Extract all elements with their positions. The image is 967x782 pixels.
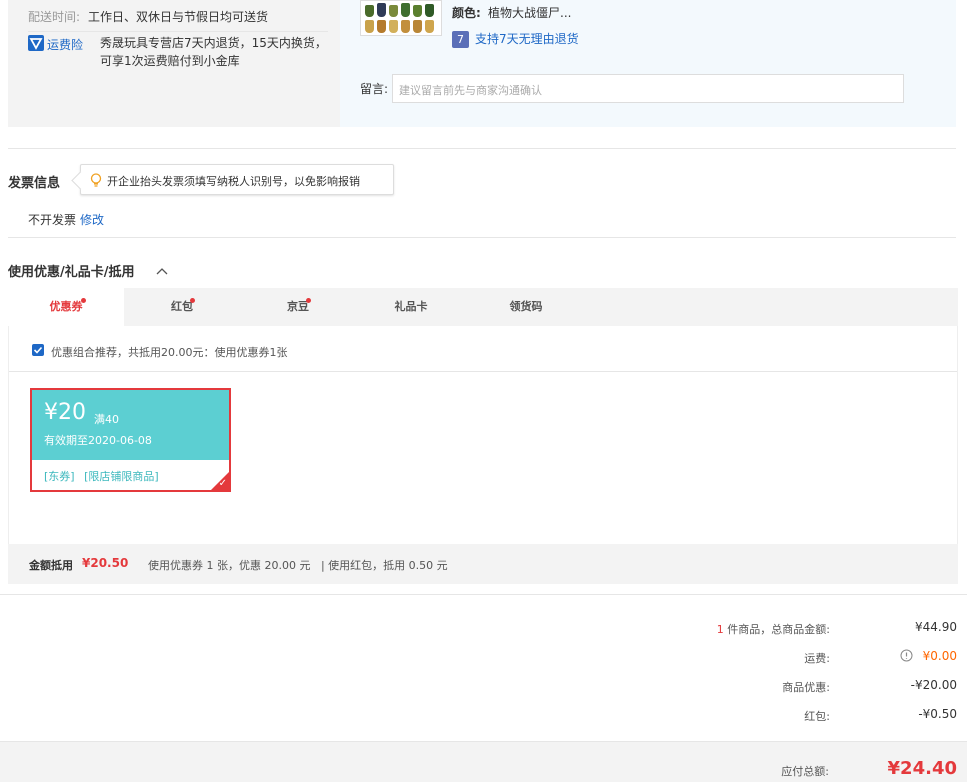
item-count: 1	[716, 623, 724, 636]
items-total-label: 1 件商品，总商品金额:	[600, 621, 830, 637]
coupon-card[interactable]: ¥20 满40 有效期至2020-06-08 [东券] [限店铺限商品] ✓	[30, 388, 231, 492]
info-icon[interactable]	[900, 649, 913, 665]
promo-value: -¥20.00	[910, 678, 957, 692]
seven-day-return-link[interactable]: 支持7天无理由退货	[475, 30, 579, 47]
color-label: 颜色:	[452, 6, 481, 20]
section-divider	[8, 237, 956, 238]
seven-day-return-icon: 7	[452, 31, 469, 48]
tab-red-packet[interactable]: 红包	[124, 288, 240, 326]
tab-redeem-code-label: 领货码	[509, 300, 543, 313]
coupon-condition: 满40	[94, 413, 119, 426]
delivery-divider	[28, 31, 328, 32]
red-packet-label: 红包:	[804, 710, 830, 723]
invoice-edit-link[interactable]: 修改	[80, 211, 104, 228]
freight-insurance-link[interactable]: 运费险	[47, 36, 83, 53]
section-divider	[0, 594, 967, 595]
items-label: 件商品，总商品金额:	[727, 623, 830, 636]
lightbulb-icon	[90, 173, 102, 191]
note-input[interactable]: 建议留言前先与商家沟通确认	[392, 74, 904, 103]
tab-redeem-code[interactable]: 领货码	[466, 288, 586, 326]
new-dot-icon	[306, 298, 311, 303]
section-divider	[8, 148, 956, 149]
summary-label: 金额抵用	[29, 559, 73, 572]
tab-gift-card[interactable]: 礼品卡	[356, 288, 466, 326]
delivery-time-label: 配送时间:	[28, 10, 81, 24]
discount-tabs: 优惠券 红包 京豆 礼品卡 领货码	[8, 288, 958, 326]
shipping-value: ¥0.00	[922, 649, 957, 663]
recommend-text: 优惠组合推荐，共抵用20.00元：使用优惠券1张	[51, 346, 288, 359]
tab-coupon[interactable]: 优惠券	[8, 288, 124, 326]
invoice-status: 不开发票	[28, 213, 77, 227]
invoice-tip-text: 开企业抬头发票须填写纳税人识别号，以免影响报销	[107, 175, 360, 188]
coupon-expiry: 有效期至2020-06-08	[44, 434, 152, 447]
coupon-divider	[9, 371, 957, 372]
invoice-tip-tooltip: 开企业抬头发票须填写纳税人识别号，以免影响报销	[80, 164, 394, 195]
tab-gift-card-label: 礼品卡	[394, 300, 428, 313]
coupon-tag-store: [限店铺限商品]	[84, 470, 159, 483]
summary-amount: ¥20.50	[82, 556, 129, 570]
discount-summary-bar: 金额抵用 ¥20.50 使用优惠券 1 张，优惠 20.00 元 | 使用红包，…	[8, 544, 958, 584]
promo-label: 商品优惠:	[782, 681, 830, 694]
coupon-amount: ¥20	[44, 400, 86, 425]
discount-section-title[interactable]: 使用优惠/礼品卡/抵用	[8, 261, 135, 280]
shipping-label: 运费:	[804, 652, 830, 665]
insurance-desc-line-1: 秀晟玩具专营店7天内退货，15天内换货，	[100, 36, 327, 50]
tab-jingdou[interactable]: 京豆	[240, 288, 356, 326]
items-total-value: ¥44.90	[915, 620, 957, 634]
coupon-tags: [东券] [限店铺限商品]	[44, 468, 159, 484]
insurance-description: 秀晟玩具专营店7天内退货，15天内换货， 可享1次运费赔付到小金库	[100, 34, 327, 70]
new-dot-icon	[190, 298, 195, 303]
product-thumbnail[interactable]	[360, 0, 442, 36]
coupon-tag-jd: [东券]	[44, 470, 75, 483]
red-packet-value: -¥0.50	[918, 707, 957, 721]
note-label: 留言:	[360, 82, 389, 96]
coupon-card-header: ¥20 满40 有效期至2020-06-08	[32, 390, 229, 460]
insurance-desc-line-2: 可享1次运费赔付到小金库	[100, 54, 240, 68]
summary-detail: 使用优惠券 1 张，优惠 20.00 元 | 使用红包，抵用 0.50 元	[148, 559, 448, 572]
color-value: 植物大战僵尸...	[488, 6, 572, 20]
total-value: ¥24.40	[887, 758, 957, 779]
chevron-up-icon[interactable]	[156, 264, 168, 278]
total-bar: 应付总额: ¥24.40	[0, 741, 967, 782]
tab-coupon-label: 优惠券	[49, 300, 83, 313]
check-icon: ✓	[218, 478, 227, 489]
recommend-checkbox[interactable]	[32, 344, 44, 356]
delivery-time-value: 工作日、双休日与节假日均可送货	[88, 10, 269, 24]
new-dot-icon	[81, 298, 86, 303]
shield-icon	[28, 35, 44, 51]
total-label: 应付总额:	[781, 765, 829, 778]
invoice-title: 发票信息	[8, 176, 61, 191]
